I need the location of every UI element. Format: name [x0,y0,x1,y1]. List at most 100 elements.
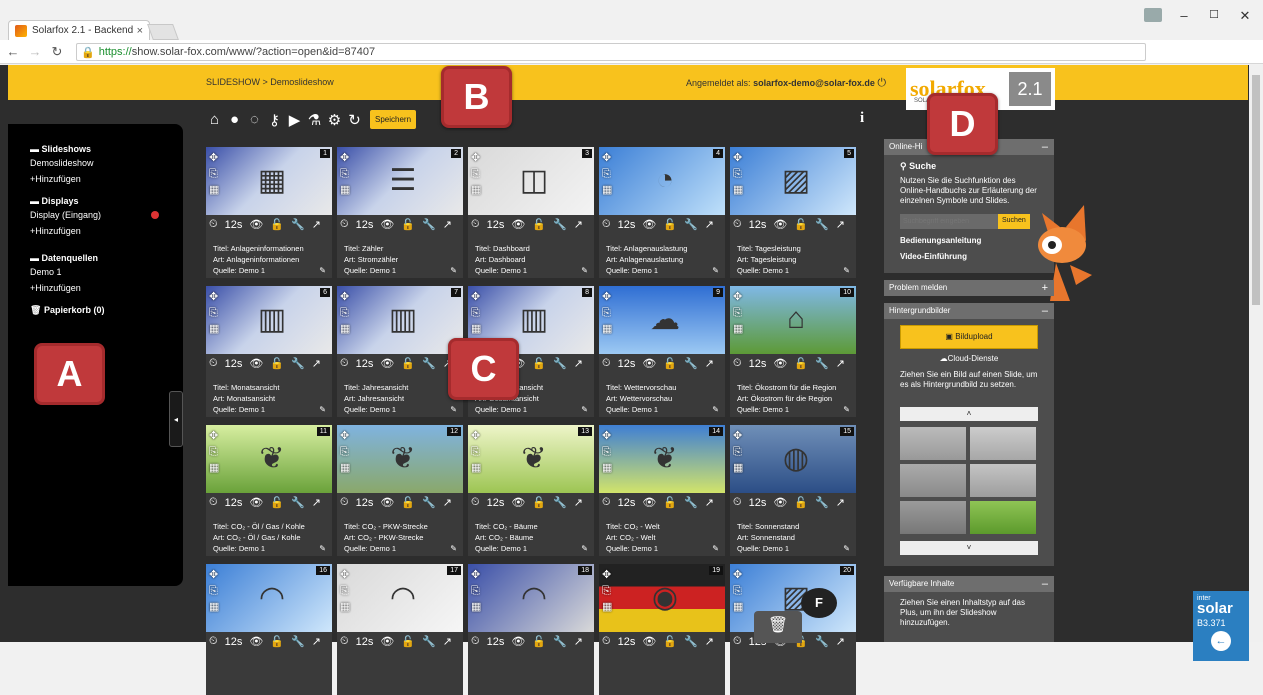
back-arrow-circle-icon[interactable]: ← [1211,631,1231,651]
problem-panel-header[interactable]: Problem melden + [884,280,1054,296]
remove-display-icon[interactable] [151,211,159,219]
speech-bubble-icon[interactable]: ◌ [246,111,263,128]
unlock-icon[interactable]: 🔓 [532,218,546,231]
slide-tool-icons[interactable]: ✥ ⎘ ▦ [602,567,612,615]
slide-tile[interactable]: ❦ ✥ ⎘ ▦ 11 ⏲ 12s 👁 🔓 🔧 ↗ Titel: CO₂ - Öl / Gas / Ko… [206,425,332,556]
slide-duration[interactable]: 12s [749,219,767,231]
clock-icon[interactable]: ⏲ [340,496,349,509]
slide-thumbnail[interactable]: ◠ ✥ ⎘ ▦ 16 [206,564,332,632]
slide-thumbnail[interactable]: ◍ ✥ ⎘ ▦ 15 [730,425,856,493]
eye-icon[interactable]: 👁 [511,218,525,231]
unlock-icon[interactable]: 🔓 [794,496,808,509]
slide-duration[interactable]: 12s [356,497,374,509]
clock-icon[interactable]: ⏲ [209,496,218,509]
add-datasource-link[interactable]: +Hinzufügen [30,283,98,293]
info-icon[interactable]: i [860,110,864,127]
slide-thumbnail[interactable]: ☰ ✥ ⎘ ▦ 2 [337,147,463,215]
external-link-icon[interactable]: ↗ [705,357,714,370]
clock-icon[interactable]: ⏲ [340,218,349,231]
slide-tool-icons[interactable]: ✥ ⎘ ▦ [209,289,219,337]
clock-icon[interactable]: ⏲ [733,218,742,231]
slide-tile[interactable]: ▨ ✥ ⎘ ▦ 5 ⏲ 12s 👁 🔓 🔧 ↗ Titel: Tagesleistung Art: Ta… [730,147,856,278]
external-link-icon[interactable]: ↗ [836,357,845,370]
power-icon[interactable]: ⏻ [877,77,886,89]
wrench-icon[interactable]: 🔧 [815,357,829,370]
sidebar-datasources-header[interactable]: ▬ Datenquellen [30,253,98,263]
slide-duration[interactable]: 12s [225,358,243,370]
slide-tool-icons[interactable]: ✥ ⎘ ▦ [209,428,219,476]
slide-tool-icons[interactable]: ✥ ⎘ ▦ [340,150,350,198]
slide-duration[interactable]: 12s [749,497,767,509]
slide-tile[interactable]: ❦ ✥ ⎘ ▦ 13 ⏲ 12s 👁 🔓 🔧 ↗ Titel: CO₂ - Bäume Art: CO₂… [468,425,594,556]
slide-tile[interactable]: ▥ ✥ ⎘ ▦ 6 ⏲ 12s 👁 🔓 🔧 ↗ Titel: Monatsansicht Art: Mo… [206,286,332,417]
slide-tile[interactable]: ◠ ✥ ⎘ ▦ 17 ⏲ 12s 👁 🔓 🔧 ↗ [337,564,463,695]
slide-tile[interactable]: ☁ ✥ ⎘ ▦ 9 ⏲ 12s 👁 🔓 🔧 ↗ Titel: Wettervorschau Art: W… [599,286,725,417]
wrench-icon[interactable]: 🔧 [422,496,436,509]
edit-icon[interactable]: ✎ [319,543,326,554]
forward-arrow-icon[interactable]: → [26,44,44,59]
clock-icon[interactable]: ⏲ [209,357,218,370]
eye-icon[interactable]: 👁 [380,357,394,370]
slide-tool-icons[interactable]: ✥ ⎘ ▦ [471,150,481,198]
unlock-icon[interactable]: 🔓 [663,357,677,370]
unlock-icon[interactable]: 🔓 [270,357,284,370]
slide-thumbnail[interactable]: ☁ ✥ ⎘ ▦ 9 [599,286,725,354]
tab-close-icon[interactable]: × [137,25,143,37]
slide-thumbnail[interactable]: ◉ ✥ ⎘ ▦ 19 [599,564,725,632]
unlock-icon[interactable]: 🔓 [401,496,415,509]
slide-duration[interactable]: 12s [225,219,243,231]
slide-thumbnail[interactable]: ❦ ✥ ⎘ ▦ 13 [468,425,594,493]
slide-thumbnail[interactable]: ⌂ ✥ ⎘ ▦ 10 [730,286,856,354]
sidebar-displays-header[interactable]: ▬ Displays [30,196,101,206]
clock-icon[interactable]: ⏲ [602,218,611,231]
slide-tool-icons[interactable]: ✥ ⎘ ▦ [471,428,481,476]
external-link-icon[interactable]: ↗ [312,218,321,231]
slide-duration[interactable]: 12s [225,497,243,509]
eye-icon[interactable]: 👁 [249,357,263,370]
slide-thumbnail[interactable]: ◔ ✥ ⎘ ▦ 4 [599,147,725,215]
slide-tile[interactable]: ◫ ✥ ⎘ ▦ 3 ⏲ 12s 👁 🔓 🔧 ↗ Titel: Dashboard Art: Dashbo… [468,147,594,278]
add-display-link[interactable]: +Hinzufügen [30,226,101,236]
refresh-icon[interactable]: ↻ [346,111,363,129]
slide-tile[interactable]: ▦ ✥ ⎘ ▦ 1 ⏲ 12s 👁 🔓 🔧 ↗ Titel: Anlageninformationen… [206,147,332,278]
unlock-icon[interactable]: 🔓 [270,496,284,509]
background-thumbnail[interactable] [970,501,1036,534]
unlock-icon[interactable]: 🔓 [663,496,677,509]
external-link-icon[interactable]: ↗ [836,218,845,231]
maximize-button[interactable]: ☐ [1204,8,1224,21]
slide-tool-icons[interactable]: ✥ ⎘ ▦ [602,289,612,337]
wrench-icon[interactable]: 🔧 [553,218,567,231]
slide-duration[interactable]: 12s [618,497,636,509]
cloud-services-link[interactable]: ☁Cloud-Dienste [884,354,1054,364]
eye-icon[interactable]: 👁 [642,218,656,231]
slide-thumbnail[interactable]: ❦ ✥ ⎘ ▦ 12 [337,425,463,493]
slide-thumbnail[interactable]: ◫ ✥ ⎘ ▦ 3 [468,147,594,215]
back-arrow-icon[interactable]: ← [4,44,22,59]
edit-icon[interactable]: ✎ [712,543,719,554]
slide-tool-icons[interactable]: ✥ ⎘ ▦ [471,289,481,337]
wrench-icon[interactable]: 🔧 [422,357,436,370]
video-link[interactable]: Video-Einführung [900,252,1038,262]
wrench-icon[interactable]: 🔧 [553,496,567,509]
eye-icon[interactable]: 👁 [642,496,656,509]
unlock-icon[interactable]: 🔓 [794,218,808,231]
wrench-icon[interactable]: 🔧 [684,218,698,231]
wrench-icon[interactable]: 🔧 [553,357,567,370]
edit-icon[interactable]: ✎ [319,265,326,276]
background-thumbnail[interactable] [970,427,1036,460]
slide-tool-icons[interactable]: ✥ ⎘ ▦ [340,428,350,476]
external-link-icon[interactable]: ↗ [312,496,321,509]
slide-tool-icons[interactable]: ✥ ⎘ ▦ [733,567,743,615]
save-button[interactable]: Speichern [370,110,417,129]
sidebar-slideshows-header[interactable]: ▬ Slideshows [30,144,94,154]
slide-tile[interactable]: ◠ ✥ ⎘ ▦ 18 ⏲ 12s 👁 🔓 🔧 ↗ [468,564,594,695]
eye-icon[interactable]: 👁 [773,218,787,231]
background-thumbnail[interactable] [900,501,966,534]
slide-tile[interactable]: ❦ ✥ ⎘ ▦ 14 ⏲ 12s 👁 🔓 🔧 ↗ Titel: CO₂ - Welt Art: CO₂ … [599,425,725,556]
unlock-icon[interactable]: 🔓 [794,357,808,370]
slide-duration[interactable]: 12s [356,219,374,231]
sidebar-item-demoslideshow[interactable]: Demoslideshow [30,158,94,168]
unlock-icon[interactable]: 🔓 [532,357,546,370]
wrench-icon[interactable]: 🔧 [815,496,829,509]
slide-duration[interactable]: 12s [356,358,374,370]
